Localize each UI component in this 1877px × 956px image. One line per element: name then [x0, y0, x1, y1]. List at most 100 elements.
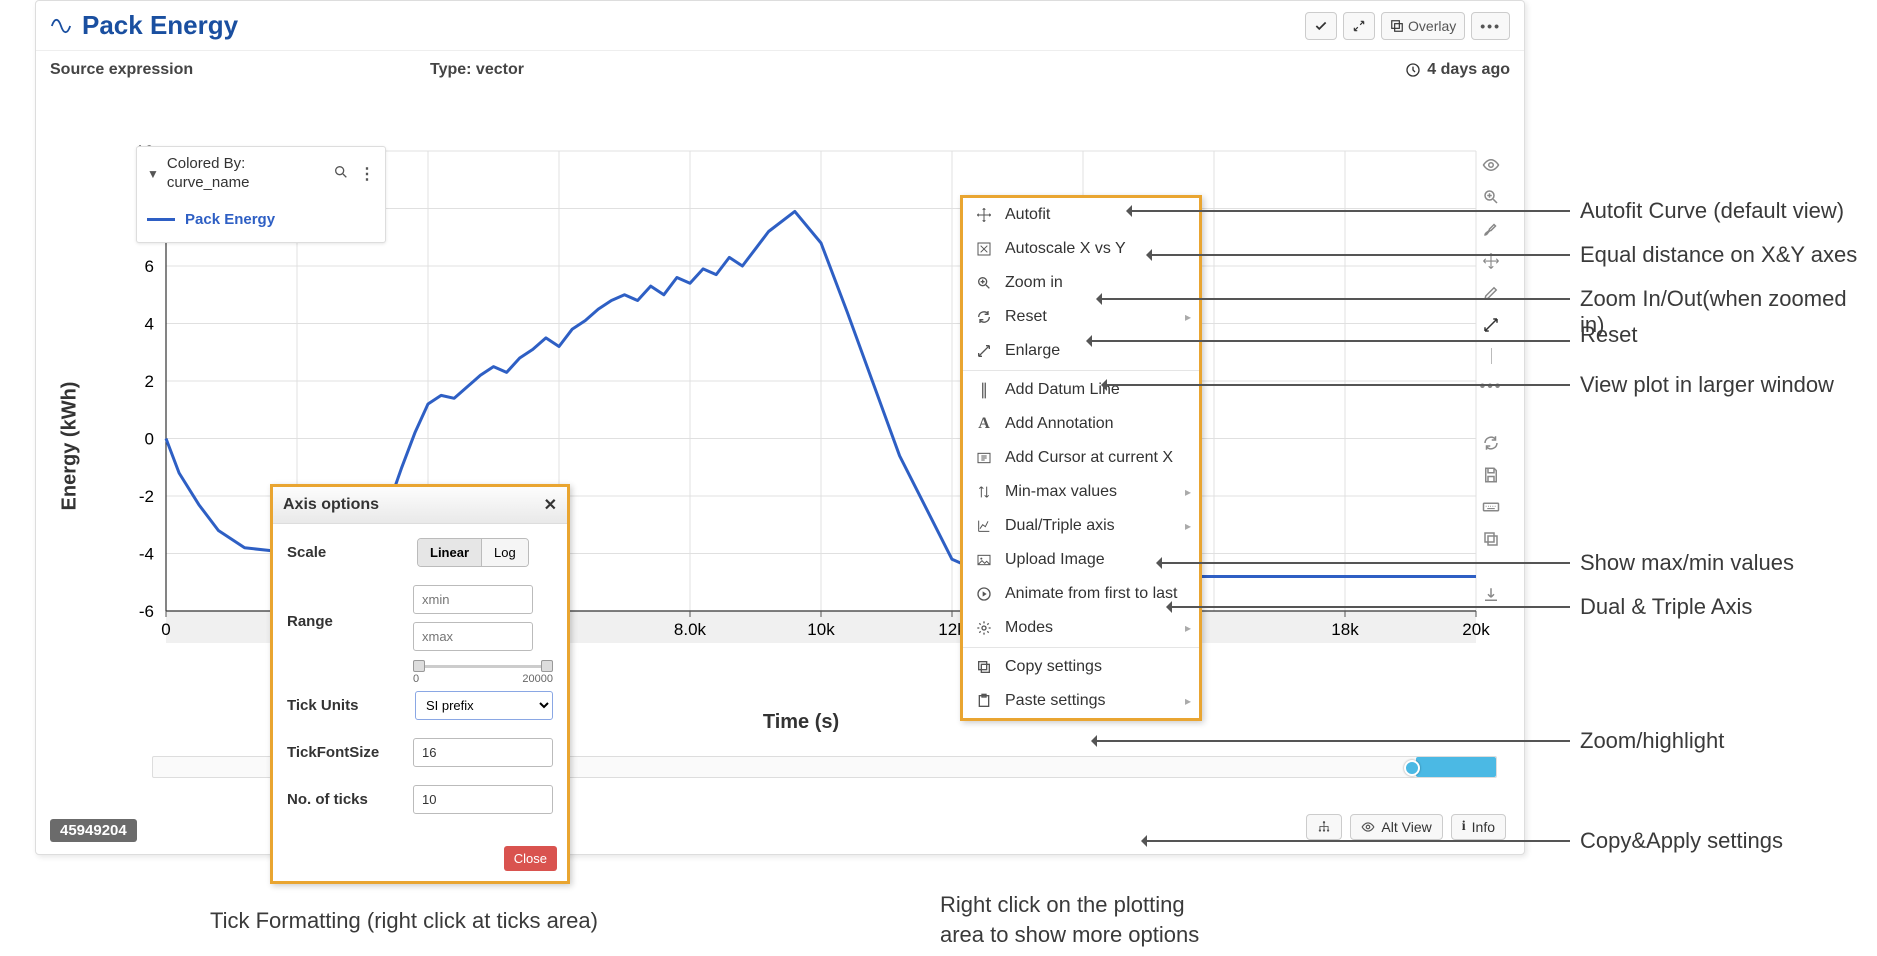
chevron-down-icon[interactable]: ▼ — [147, 167, 159, 181]
sine-icon — [50, 15, 72, 37]
svg-text:-6: -6 — [139, 602, 154, 621]
menu-cursor[interactable]: Add Cursor at current X — [963, 441, 1199, 475]
paste-icon — [975, 692, 993, 710]
svg-text:-4: -4 — [139, 545, 154, 564]
annotation-icon: A — [975, 415, 993, 433]
annotation-arrow — [1105, 384, 1570, 386]
plot-panel: Pack Energy Overlay ••• Source expressio… — [35, 0, 1525, 855]
annotation-arrow — [1150, 254, 1570, 256]
tick-font-input[interactable] — [413, 738, 553, 767]
kebab-icon[interactable]: ⋮ — [359, 164, 375, 184]
cursor-icon — [975, 449, 993, 467]
annotation-arrow — [1100, 298, 1570, 300]
no-ticks-label: No. of ticks — [287, 791, 413, 808]
svg-text:10k: 10k — [807, 620, 835, 639]
panel-header: Pack Energy Overlay ••• — [36, 1, 1524, 51]
type-label: Type: vector — [430, 61, 524, 79]
annotation-dual: Dual & Triple Axis — [1580, 594, 1752, 620]
minmax-icon — [975, 483, 993, 501]
copy-icon[interactable] — [1482, 530, 1500, 548]
tick-units-label: Tick Units — [287, 697, 415, 714]
scale-toggle[interactable]: Linear Log — [417, 538, 529, 567]
axis-options-dialog[interactable]: Axis options✕ Scale Linear Log Range 0 2… — [270, 484, 570, 884]
menu-paste[interactable]: Paste settings▸ — [963, 684, 1199, 718]
record-count: 45949204 — [50, 822, 137, 840]
save-icon[interactable] — [1482, 466, 1500, 484]
svg-text:6: 6 — [145, 257, 154, 276]
svg-text:2: 2 — [145, 372, 154, 391]
tree-icon — [1317, 820, 1331, 834]
annotation-minmax: Show max/min values — [1580, 550, 1794, 576]
menu-autofit[interactable]: Autofit — [963, 198, 1199, 232]
source-expression-label: Source expression — [50, 61, 430, 79]
menu-minmax[interactable]: Min-max values▸ — [963, 475, 1199, 509]
svg-text:0: 0 — [161, 620, 170, 639]
download-icon[interactable] — [1482, 586, 1500, 604]
annotation-reset: Reset — [1580, 322, 1637, 348]
tick-font-label: TickFontSize — [287, 744, 413, 761]
chevron-right-icon: ▸ — [1185, 621, 1191, 635]
gear-icon — [975, 619, 993, 637]
tree-button[interactable] — [1306, 814, 1342, 840]
expand-icon — [1352, 19, 1366, 33]
range-slider[interactable]: 0 20000 — [413, 659, 553, 673]
alt-view-button[interactable]: Alt View — [1350, 814, 1442, 840]
annotation-arrow — [1160, 562, 1570, 564]
check-icon — [1314, 19, 1328, 33]
chevron-right-icon: ▸ — [1185, 485, 1191, 499]
expand-button[interactable] — [1343, 12, 1375, 40]
eye-icon[interactable] — [1482, 156, 1500, 174]
keyboard-icon[interactable] — [1482, 498, 1500, 516]
menu-datum[interactable]: ∥Add Datum Line — [963, 373, 1199, 407]
svg-text:0: 0 — [145, 430, 154, 449]
scrubber-view[interactable] — [1416, 757, 1496, 777]
dialog-header: Axis options✕ — [273, 487, 567, 524]
menu-zoom-in[interactable]: Zoom in — [963, 266, 1199, 300]
legend-entry[interactable]: Pack Energy — [147, 211, 375, 228]
legend-card[interactable]: ▼ Colored By:curve_name ⋮ Pack Energy — [136, 146, 386, 243]
xmin-input[interactable] — [413, 585, 533, 614]
chevron-right-icon: ▸ — [1185, 694, 1191, 708]
info-icon: i — [1462, 819, 1466, 835]
menu-copy[interactable]: Copy settings — [963, 650, 1199, 684]
menu-upload[interactable]: Upload Image — [963, 543, 1199, 577]
zoom-icon[interactable] — [1482, 188, 1500, 206]
xmax-input[interactable] — [413, 622, 533, 651]
more-icon[interactable]: ••• — [1480, 378, 1503, 396]
menu-dual[interactable]: Dual/Triple axis▸ — [963, 509, 1199, 543]
close-button[interactable]: Close — [504, 846, 557, 871]
more-button[interactable]: ••• — [1471, 12, 1510, 40]
info-button[interactable]: iInfo — [1451, 814, 1506, 840]
overlay-icon — [1390, 19, 1404, 33]
svg-text:4: 4 — [145, 315, 154, 334]
eye-icon — [1361, 820, 1375, 834]
annotation-modes: Zoom/highlight — [1580, 728, 1724, 754]
annotation-copy: Copy&Apply settings — [1580, 828, 1783, 854]
search-icon[interactable] — [333, 164, 349, 180]
annotation-arrow — [1145, 840, 1570, 842]
menu-reset[interactable]: Reset▸ — [963, 300, 1199, 334]
chevron-right-icon: ▸ — [1185, 519, 1191, 533]
no-ticks-input[interactable] — [413, 785, 553, 814]
refresh-icon[interactable] — [1482, 434, 1500, 452]
scale-label: Scale — [287, 544, 417, 561]
scale-linear-button[interactable]: Linear — [418, 539, 481, 566]
accept-button[interactable] — [1305, 12, 1337, 40]
legend-title: Colored By:curve_name — [167, 155, 250, 193]
scale-log-button[interactable]: Log — [481, 539, 528, 566]
chevron-right-icon: ▸ — [1185, 310, 1191, 324]
meta-row: Source expression Type: vector 4 days ag… — [36, 51, 1524, 89]
reset-icon — [975, 308, 993, 326]
close-icon[interactable]: ✕ — [544, 495, 557, 515]
upload-icon — [975, 551, 993, 569]
brush-icon[interactable] — [1482, 220, 1500, 238]
menu-autoscale[interactable]: Autoscale X vs Y — [963, 232, 1199, 266]
menu-modes[interactable]: Modes▸ — [963, 611, 1199, 645]
context-menu[interactable]: Autofit Autoscale X vs Y Zoom in Reset▸ … — [960, 195, 1202, 721]
menu-annotation[interactable]: AAdd Annotation — [963, 407, 1199, 441]
tick-units-select[interactable]: SI prefix — [415, 691, 553, 720]
enlarge-icon[interactable] — [1482, 316, 1500, 334]
annotation-enlarge: View plot in larger window — [1580, 372, 1834, 398]
overlay-button[interactable]: Overlay — [1381, 12, 1465, 40]
scrubber-handle[interactable] — [1404, 760, 1420, 776]
